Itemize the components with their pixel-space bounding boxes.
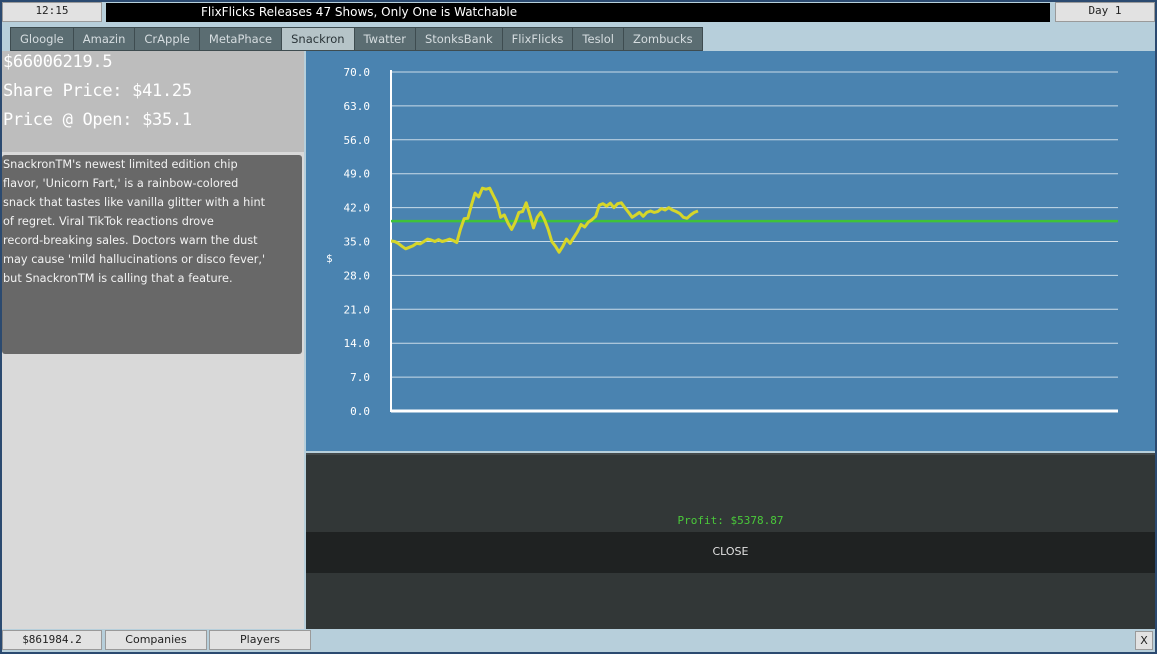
stats-box: $66006219.5 Share Price: $41.25 Price @ … [2, 51, 304, 152]
tab-metaphace[interactable]: MetaPhace [199, 27, 283, 51]
price-chart: 0.0 7.0 14.0 21.0 28.0 35.0 42.0 49.0 56.0 63.0 70… [326, 66, 1118, 418]
news-ticker: FlixFlicks Releases 47 Shows, Only One i… [106, 3, 1050, 22]
players-button[interactable]: Players [209, 630, 311, 650]
tab-twatter[interactable]: Twatter [354, 27, 416, 51]
news-box: SnackronTM's newest limited edition chip… [2, 155, 302, 354]
y-tick-label: 0.0 [350, 405, 370, 418]
price-chart-panel: 0.0 7.0 14.0 21.0 28.0 35.0 42.0 49.0 56.0 63.0 70… [306, 51, 1155, 451]
y-tick-label: 63.0 [344, 100, 371, 113]
news-line: snack that tastes like vanilla glitter w… [3, 196, 266, 209]
market-cap: $66006219.5 [3, 52, 113, 72]
news-line: flavor, 'Unicorn Fart,' is a rainbow-col… [3, 177, 239, 190]
y-tick-label: 56.0 [344, 134, 371, 147]
news-line: record-breaking sales. Doctors warn the … [3, 234, 258, 247]
companies-button[interactable]: Companies [105, 630, 207, 650]
tab-amazin[interactable]: Amazin [73, 27, 136, 51]
tab-snackron[interactable]: Snackron [282, 27, 355, 51]
news-line: of regret. Viral TikTok reactions drove [3, 215, 214, 228]
tab-crapple[interactable]: CrApple [135, 27, 200, 51]
y-tick-label: 70.0 [344, 66, 371, 79]
profit-label: Profit: $5378.87 [677, 514, 784, 527]
day-counter: Day 1 [1055, 2, 1155, 22]
y-tick-label: 42.0 [344, 202, 371, 215]
company-tabs: Gloogle Amazin CrApple MetaPhace Snackro… [10, 27, 703, 51]
tab-teslol[interactable]: Teslol [573, 27, 624, 51]
news-line: but SnackronTM is calling that a feature… [3, 272, 233, 285]
close-button[interactable]: CLOSE [306, 532, 1155, 573]
exit-button[interactable]: X [1135, 631, 1153, 650]
y-tick-label: 14.0 [344, 337, 371, 350]
y-tick-label: 7.0 [350, 371, 370, 384]
player-money: $861984.2 [2, 630, 102, 650]
share-price: Share Price: $41.25 [3, 81, 192, 101]
tab-gloogle[interactable]: Gloogle [10, 27, 74, 51]
y-axis-label: $ [326, 252, 333, 265]
y-tick-label: 28.0 [344, 269, 371, 282]
tab-zombucks[interactable]: Zombucks [624, 27, 703, 51]
trade-panel: Profit: $5378.87 CLOSE [306, 453, 1155, 629]
news-line: SnackronTM's newest limited edition chip [3, 158, 238, 171]
clock: 12:15 [2, 2, 102, 22]
y-tick-label: 49.0 [344, 168, 371, 181]
y-tick-label: 35.0 [344, 236, 371, 249]
tab-stonksbank[interactable]: StonksBank [415, 27, 503, 51]
news-line: may cause 'mild hallucinations or disco … [3, 253, 266, 266]
tab-flixflicks[interactable]: FlixFlicks [502, 27, 574, 51]
open-price: Price @ Open: $35.1 [3, 110, 192, 130]
y-tick-label: 21.0 [344, 303, 371, 316]
company-info-panel: $66006219.5 Share Price: $41.25 Price @ … [2, 51, 304, 629]
